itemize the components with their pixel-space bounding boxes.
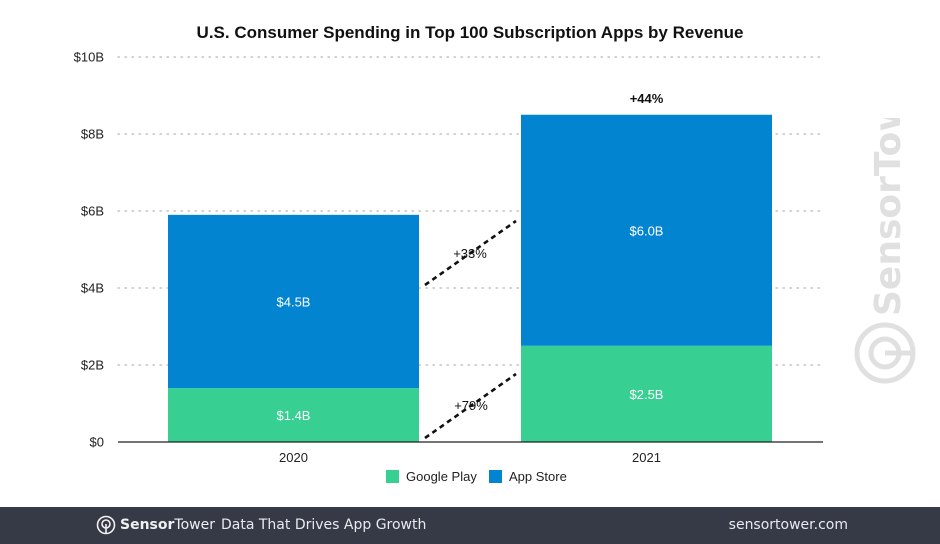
legend-swatch-app-store	[489, 470, 502, 483]
sensortower-logo-icon	[96, 515, 116, 535]
app-store-growth-label: +33%	[453, 246, 487, 261]
brand-regular: Tower	[174, 517, 215, 533]
google-play-growth-label: +79%	[454, 398, 488, 413]
x-category-label: 2020	[279, 450, 308, 465]
y-tick-label: $6B	[81, 204, 104, 219]
legend-swatch-google-play	[386, 470, 399, 483]
bar-value-label: $4.5B	[277, 294, 311, 309]
bar-value-label: $1.4B	[277, 408, 311, 423]
x-category-label: 2021	[632, 450, 661, 465]
stacked-bar-chart: U.S. Consumer Spending in Top 100 Subscr…	[74, 23, 824, 484]
legend: Google Play App Store	[386, 469, 567, 484]
y-axis-ticks: $0 $2B $4B $6B $8B $10B	[74, 50, 104, 450]
sensortower-logo-icon	[854, 322, 916, 384]
y-tick-label: $2B	[81, 358, 104, 373]
footer-bar: Sensor Tower Data That Drives App Growth …	[0, 507, 940, 544]
y-tick-label: $0	[90, 435, 104, 450]
sensortower-watermark: SensorTower	[854, 118, 916, 384]
chart-title: U.S. Consumer Spending in Top 100 Subscr…	[197, 23, 744, 42]
bars: $1.4B $4.5B $2.5B $6.0B	[168, 114, 772, 442]
y-tick-label: $8B	[81, 127, 104, 142]
footer-url[interactable]: sensortower.com	[729, 517, 848, 533]
brand-bold: Sensor	[120, 517, 175, 533]
legend-label: App Store	[509, 469, 567, 484]
bar-value-label: $6.0B	[630, 223, 664, 238]
footer-brand[interactable]: Sensor Tower	[96, 515, 215, 535]
total-growth-label: +44%	[630, 91, 664, 106]
watermark-text: SensorTower	[868, 118, 909, 316]
bar-value-label: $2.5B	[630, 387, 664, 402]
footer-tagline: Data That Drives App Growth	[221, 517, 427, 533]
legend-label: Google Play	[406, 469, 477, 484]
x-axis-categories: 2020 2021	[279, 450, 661, 465]
y-tick-label: $10B	[74, 50, 104, 65]
y-tick-label: $4B	[81, 281, 104, 296]
